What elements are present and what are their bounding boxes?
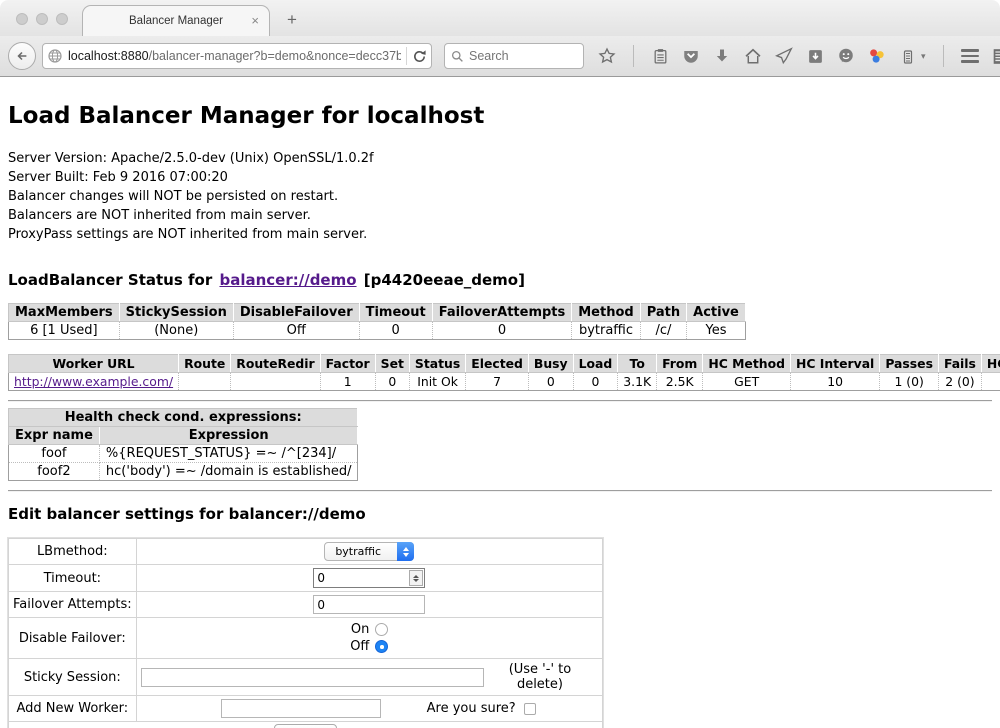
tab-balancer-manager[interactable]: Balancer Manager ×: [82, 5, 270, 36]
notice-inherit: Balancers are NOT inherited from main se…: [8, 206, 992, 225]
balancer-status-table: MaxMembers StickySession DisableFailover…: [8, 303, 746, 340]
search-bar[interactable]: [444, 43, 584, 69]
home-icon[interactable]: [744, 47, 762, 65]
lbmethod-label: LBmethod:: [9, 539, 137, 565]
navigation-toolbar: localhost:8880/balancer-manager?b=demo&n…: [0, 36, 1000, 77]
timeout-input[interactable]: [313, 568, 425, 588]
balancer-demo-link[interactable]: balancer://demo: [219, 271, 356, 289]
feedback-icon[interactable]: [837, 47, 855, 65]
balancer-settings-form: LBmethod: bytraffic Timeout:: [8, 538, 603, 728]
worker-row: http://www.example.com/ 1 0 Init Ok 7 0 …: [9, 373, 1000, 391]
confirm-label: Are you sure?: [427, 701, 516, 716]
colored-dots-icon[interactable]: [868, 47, 886, 65]
sticky-session-label: Sticky Session:: [9, 659, 137, 696]
reload-icon[interactable]: [412, 49, 427, 64]
failover-on-radio[interactable]: [375, 623, 388, 636]
tab-strip: Balancer Manager × +: [0, 0, 1000, 36]
divider: [8, 400, 992, 402]
zoom-window-button[interactable]: [56, 13, 68, 25]
menu-icon[interactable]: [961, 49, 979, 63]
tab-close-icon[interactable]: ×: [251, 14, 259, 27]
add-worker-label: Add New Worker:: [9, 696, 137, 722]
download-icon[interactable]: [713, 47, 731, 65]
worker-table: Worker URL Route RouteRedir Factor Set S…: [8, 354, 1000, 391]
sticky-session-input[interactable]: [141, 668, 484, 687]
disable-failover-label: Disable Failover:: [9, 618, 137, 659]
lb-status-heading: LoadBalancer Status for balancer://demo …: [8, 271, 992, 289]
submit-button[interactable]: Submit: [274, 724, 337, 728]
worker-url-link[interactable]: http://www.example.com/: [14, 374, 173, 389]
balancer-status-row: 6 [1 Used] (None) Off 0 0 bytraffic /c/ …: [9, 322, 746, 340]
select-stepper-icon: [397, 542, 414, 561]
confirm-checkbox[interactable]: [524, 703, 536, 715]
new-tab-button[interactable]: +: [280, 10, 304, 30]
page-content: Load Balancer Manager for localhost Serv…: [0, 77, 1000, 728]
search-input[interactable]: [469, 49, 569, 63]
health-row: foof %{REQUEST_STATUS} =~ /^[234]/: [9, 445, 358, 463]
send-icon[interactable]: [775, 47, 793, 65]
save-box-icon[interactable]: [806, 47, 824, 65]
back-icon: [15, 49, 29, 63]
minimize-window-button[interactable]: [36, 13, 48, 25]
clipboard-icon[interactable]: [651, 47, 669, 65]
pocket-icon[interactable]: [682, 47, 700, 65]
server-version: Server Version: Apache/2.5.0-dev (Unix) …: [8, 149, 992, 168]
grid-capture-icon[interactable]: [992, 47, 1000, 65]
close-window-button[interactable]: [16, 13, 28, 25]
bookmark-star-icon[interactable]: [598, 47, 616, 65]
failover-off-radio[interactable]: [375, 640, 388, 653]
timeout-label: Timeout:: [9, 565, 137, 592]
number-spinner-icon[interactable]: [409, 570, 423, 586]
search-icon: [451, 50, 464, 63]
failover-attempts-label: Failover Attempts:: [9, 592, 137, 618]
sticky-hint: (Use '-' to delete): [484, 662, 598, 692]
lbmethod-select[interactable]: bytraffic: [324, 542, 414, 561]
notice-proxypass: ProxyPass settings are NOT inherited fro…: [8, 225, 992, 244]
back-button[interactable]: [8, 42, 36, 70]
add-worker-input[interactable]: [221, 699, 381, 718]
failover-attempts-input[interactable]: [313, 595, 425, 614]
window-controls[interactable]: [16, 13, 68, 25]
on-label: On: [351, 621, 369, 638]
battery-icon[interactable]: [899, 47, 917, 65]
page-title: Load Balancer Manager for localhost: [8, 77, 992, 131]
health-row: foof2 hc('body') =~ /domain is establish…: [9, 463, 358, 481]
edit-settings-heading: Edit balancer settings for balancer://de…: [8, 505, 992, 523]
off-label: Off: [350, 638, 369, 655]
globe-icon: [47, 48, 63, 64]
health-check-table: Health check cond. expressions: Expr nam…: [8, 408, 358, 481]
server-built: Server Built: Feb 9 2016 07:00:20: [8, 168, 992, 187]
health-table-title: Health check cond. expressions:: [9, 409, 358, 427]
dropdown-caret-icon[interactable]: ▾: [921, 51, 926, 62]
url-text[interactable]: localhost:8880/balancer-manager?b=demo&n…: [68, 49, 401, 63]
browser-window: Balancer Manager × + localhost:8880/bala…: [0, 0, 1000, 728]
notice-persist: Balancer changes will NOT be persisted o…: [8, 187, 992, 206]
server-info: Server Version: Apache/2.5.0-dev (Unix) …: [8, 149, 992, 244]
url-bar[interactable]: localhost:8880/balancer-manager?b=demo&n…: [42, 43, 432, 69]
toolbar-icons: ▾: [598, 45, 1000, 67]
divider: [8, 490, 992, 492]
tab-title: Balancer Manager: [129, 15, 223, 27]
